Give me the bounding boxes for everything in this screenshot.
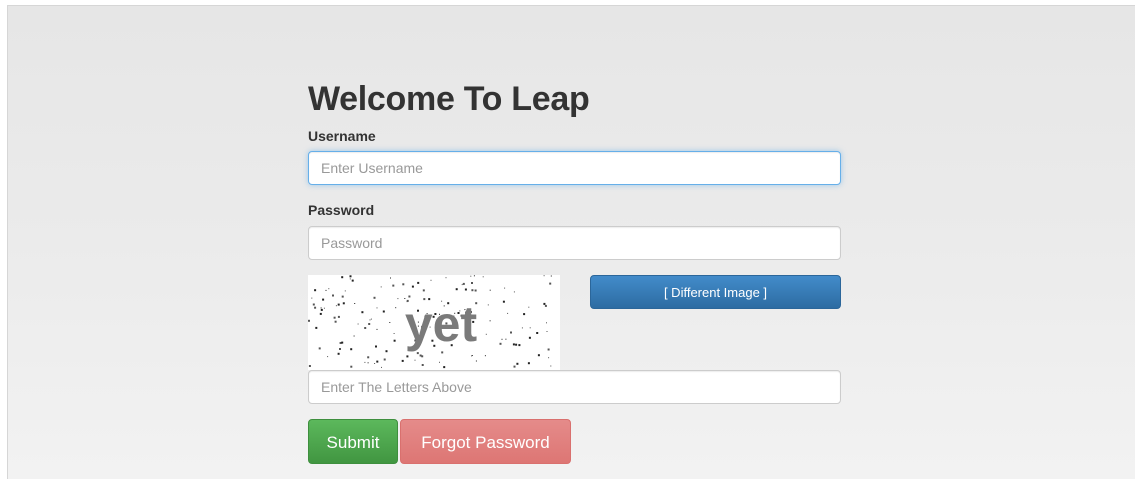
forgot-password-button[interactable]: Forgot Password	[400, 419, 571, 464]
captcha-row: yet [ Different Image ]	[308, 275, 841, 370]
login-form: Welcome To Leap Username Password yet [ …	[308, 79, 841, 464]
password-input[interactable]	[308, 226, 841, 260]
action-buttons: Submit Forgot Password	[308, 419, 841, 464]
submit-button[interactable]: Submit	[308, 419, 398, 464]
captcha-input[interactable]	[308, 370, 841, 404]
username-label: Username	[308, 128, 376, 144]
page-title: Welcome To Leap	[308, 80, 590, 118]
captcha-image: yet	[308, 275, 560, 370]
password-label: Password	[308, 202, 375, 218]
page-background: Welcome To Leap Username Password yet [ …	[7, 5, 1135, 479]
captcha-word: yet	[405, 296, 478, 352]
different-image-button[interactable]: [ Different Image ]	[590, 275, 841, 309]
username-input[interactable]	[308, 151, 841, 185]
